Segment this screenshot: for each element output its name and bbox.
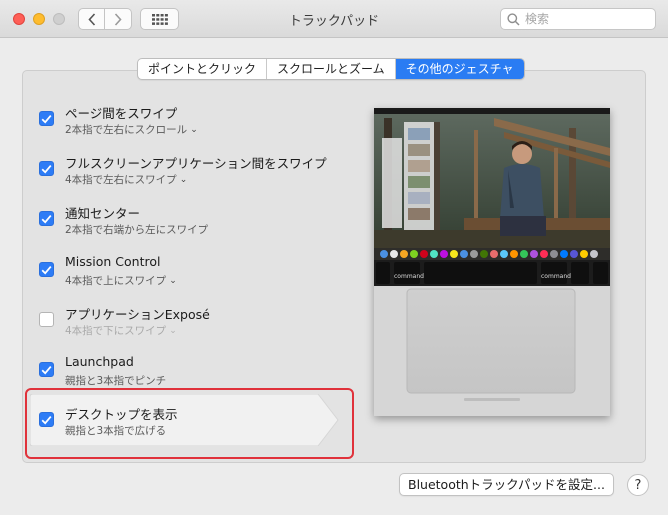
gesture-preview: command command bbox=[374, 108, 610, 416]
title-bar: トラックパッド bbox=[0, 0, 668, 38]
gesture-detail-menu[interactable]: 4本指で左右にスワイプ ⌄ bbox=[65, 172, 187, 187]
gesture-label: フルスクリーンアプリケーション間をスワイプ bbox=[65, 156, 327, 171]
gesture-label: ページ間をスワイプ bbox=[65, 106, 178, 121]
checkmark-icon bbox=[41, 214, 52, 224]
gesture-app-expose: アプリケーションExposé 4本指で下にスワイプ ⌄ bbox=[39, 301, 329, 349]
gesture-swipe-between-fullscreen-apps: フルスクリーンアプリケーション間をスワイプ 4本指で左右にスワイプ ⌄ bbox=[39, 150, 329, 198]
gesture-checkbox[interactable] bbox=[39, 312, 54, 327]
gesture-detail: 2本指で左右にスクロール bbox=[65, 124, 188, 136]
gesture-preview-illustration bbox=[374, 108, 610, 416]
gesture-detail-menu[interactable]: 4本指で下にスワイプ ⌄ bbox=[65, 323, 177, 338]
search-input[interactable] bbox=[525, 12, 645, 26]
gesture-detail: 4本指で上にスワイプ bbox=[65, 275, 167, 287]
tab-point-and-click[interactable]: ポイントとクリック bbox=[138, 59, 268, 79]
gesture-checkbox[interactable] bbox=[39, 362, 54, 377]
gesture-detail: 4本指で左右にスワイプ bbox=[65, 174, 177, 186]
gesture-checkbox[interactable] bbox=[39, 111, 54, 126]
gesture-label: Mission Control bbox=[65, 254, 161, 269]
gesture-swipe-between-pages: ページ間をスワイプ 2本指で左右にスクロール ⌄ bbox=[39, 100, 329, 148]
gesture-checkbox[interactable] bbox=[39, 161, 54, 176]
command-key-left: command bbox=[394, 273, 424, 280]
help-button[interactable]: ? bbox=[627, 474, 649, 496]
tab-more-gestures[interactable]: その他のジェスチャ bbox=[395, 59, 524, 79]
gesture-detail-menu[interactable]: 2本指で左右にスクロール ⌄ bbox=[65, 122, 198, 137]
chevron-down-icon: ⌄ bbox=[190, 124, 198, 135]
gesture-checkbox[interactable] bbox=[39, 211, 54, 226]
chevron-down-icon: ⌄ bbox=[169, 275, 177, 286]
gesture-mission-control: Mission Control 4本指で上にスワイプ ⌄ bbox=[39, 251, 329, 299]
setup-bluetooth-trackpad-button[interactable]: Bluetoothトラックパッドを設定... bbox=[399, 473, 614, 496]
gesture-detail-menu[interactable]: 4本指で上にスワイプ ⌄ bbox=[65, 273, 177, 288]
chevron-down-icon: ⌄ bbox=[169, 325, 177, 336]
checkmark-icon bbox=[41, 265, 52, 275]
checkmark-icon bbox=[41, 164, 52, 174]
selection-highlight bbox=[25, 388, 354, 459]
gesture-detail: 4本指で下にスワイプ bbox=[65, 325, 167, 337]
search-field[interactable] bbox=[500, 8, 656, 30]
tab-bar: ポイントとクリック スクロールとズーム その他のジェスチャ bbox=[137, 58, 525, 80]
gesture-checkbox[interactable] bbox=[39, 262, 54, 277]
gesture-label: アプリケーションExposé bbox=[65, 307, 210, 322]
checkmark-icon bbox=[41, 114, 52, 124]
gesture-detail: 親指と3本指でピンチ bbox=[65, 375, 167, 387]
gesture-label: 通知センター bbox=[65, 206, 141, 221]
gesture-label: Launchpad bbox=[65, 354, 134, 369]
command-key-right: command bbox=[541, 273, 571, 280]
chevron-down-icon: ⌄ bbox=[179, 174, 188, 185]
tab-scroll-and-zoom[interactable]: スクロールとズーム bbox=[267, 59, 396, 79]
gesture-detail: 2本指で右端から左にスワイプ bbox=[65, 224, 209, 236]
gesture-notification-center: 通知センター 2本指で右端から左にスワイプ bbox=[39, 200, 329, 248]
checkmark-icon bbox=[41, 365, 52, 375]
search-icon bbox=[507, 12, 520, 26]
